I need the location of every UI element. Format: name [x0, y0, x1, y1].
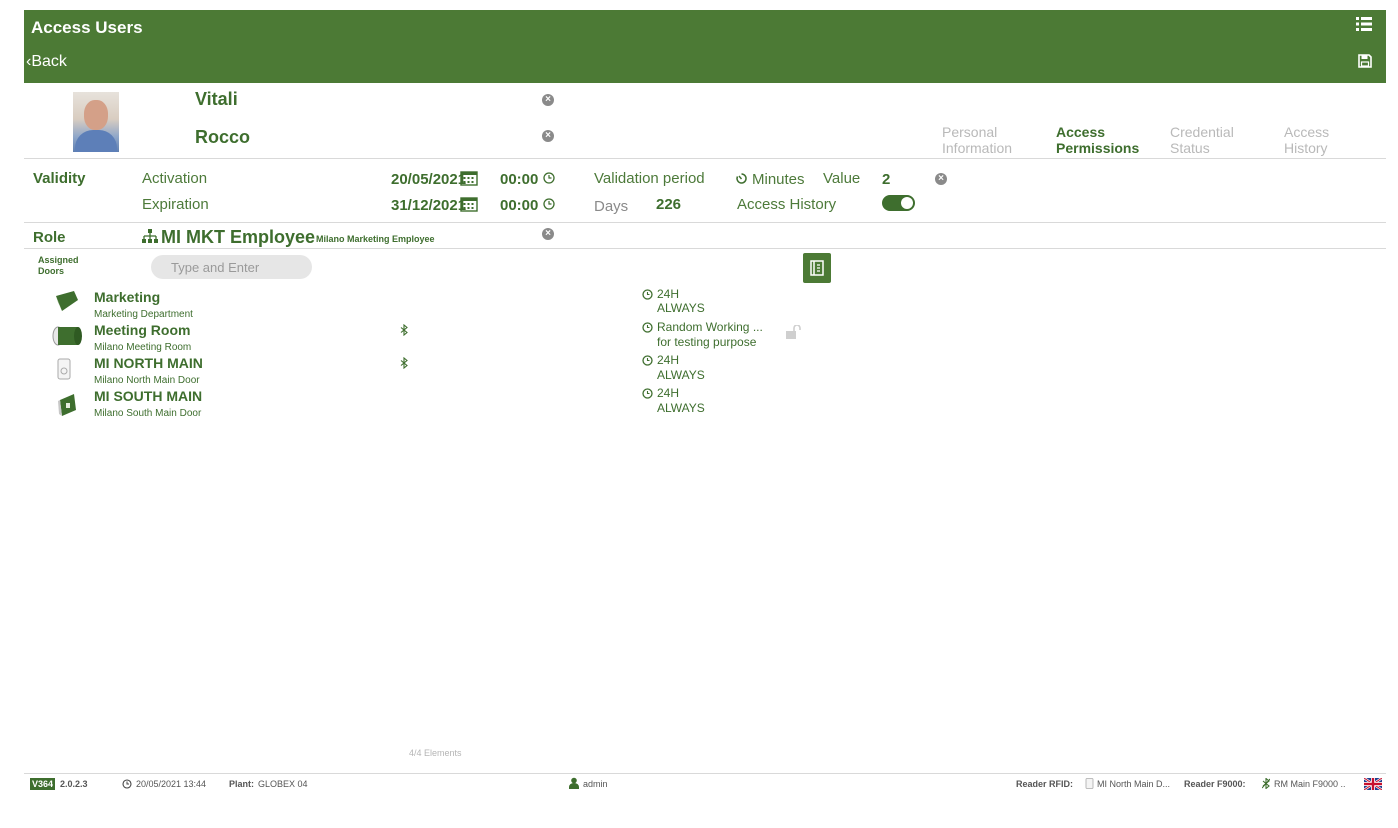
- access-history-toggle[interactable]: [882, 195, 915, 211]
- days-value: 226: [656, 196, 682, 213]
- door-title[interactable]: MI SOUTH MAIN: [94, 388, 202, 404]
- tab-credential-status[interactable]: Credential Status: [1170, 124, 1234, 156]
- role-description: Milano Marketing Employee: [316, 234, 435, 244]
- reader-f9000-value[interactable]: RM Main F9000 ..: [1274, 779, 1346, 789]
- back-label: Back: [31, 53, 67, 70]
- reader-rfid-value[interactable]: MI North Main D...: [1097, 779, 1170, 789]
- tab-access-history[interactable]: Access History: [1284, 124, 1329, 156]
- validation-period-label: Validation period: [594, 170, 705, 187]
- tab-personal-information[interactable]: Personal Information: [942, 124, 1012, 156]
- element-count: 4/4 Elements: [409, 748, 462, 758]
- door-subtitle: Milano Meeting Room: [94, 342, 192, 353]
- clear-period-icon[interactable]: ×: [935, 173, 947, 185]
- period-value[interactable]: 2: [882, 171, 890, 188]
- back-button[interactable]: ‹Back: [26, 53, 67, 71]
- plant-name: GLOBEX 04: [258, 779, 308, 789]
- door-list-icon: [810, 260, 824, 276]
- clock-icon: [122, 779, 132, 789]
- reader-rfid-label: Reader RFID:: [1016, 779, 1074, 789]
- clock-icon: [642, 289, 653, 300]
- divider: [24, 222, 1386, 223]
- clock-icon[interactable]: [543, 198, 555, 210]
- clock-icon[interactable]: [543, 172, 555, 184]
- wall-reader-icon: [57, 358, 71, 380]
- wall-reader-icon: [1085, 778, 1094, 789]
- bluetooth-icon: [400, 357, 408, 369]
- assigned-doors-label: Assigned Doors: [38, 255, 79, 276]
- door-subtitle: Milano North Main Door: [94, 375, 200, 386]
- validity-section-label: Validity: [33, 170, 86, 187]
- divider: [24, 248, 1386, 249]
- bluetooth-icon: [400, 324, 408, 336]
- expiration-label: Expiration: [142, 196, 209, 213]
- cylinder-lock-icon: [52, 326, 82, 346]
- period-unit-minutes[interactable]: Minutes: [752, 171, 805, 188]
- logged-user[interactable]: admin: [583, 779, 608, 789]
- reader-f9000-label: Reader F9000:: [1184, 779, 1246, 789]
- user-last-name[interactable]: Vitali: [195, 89, 238, 110]
- menu-list-icon[interactable]: [1356, 17, 1372, 31]
- version-number: 2.0.2.3: [60, 779, 88, 789]
- user-photo: [73, 92, 119, 152]
- door-export-button[interactable]: [803, 253, 831, 283]
- plant-label: Plant:: [229, 779, 255, 789]
- tab-access-permissions[interactable]: Access Permissions: [1056, 124, 1139, 156]
- uk-flag-icon[interactable]: [1364, 778, 1382, 790]
- calendar-icon[interactable]: [460, 196, 478, 212]
- activation-label: Activation: [142, 170, 208, 187]
- door-subtitle: Milano South Main Door: [94, 408, 202, 419]
- schedule-description: ALWAYS: [657, 301, 705, 315]
- activation-date[interactable]: 20/05/2021: [391, 171, 466, 188]
- version-badge: V364: [30, 778, 56, 790]
- door-reader-icon: [58, 394, 76, 416]
- calendar-icon[interactable]: [460, 170, 478, 186]
- schedule-name[interactable]: Random Working ...: [657, 320, 763, 334]
- unlock-icon: [786, 325, 801, 339]
- divider: [24, 773, 1386, 774]
- door-search-input[interactable]: [151, 255, 312, 279]
- door-title[interactable]: MI NORTH MAIN: [94, 355, 203, 371]
- divider: [24, 158, 1386, 159]
- activation-time[interactable]: 00:00: [500, 171, 538, 188]
- door-title[interactable]: Marketing: [94, 289, 160, 305]
- value-label: Value: [823, 170, 861, 187]
- schedule-name[interactable]: 24H: [657, 287, 679, 301]
- schedule-description: ALWAYS: [657, 401, 705, 415]
- role-name[interactable]: MI MKT Employee: [161, 227, 315, 248]
- days-label: Days: [594, 198, 629, 215]
- clock-icon: [642, 322, 653, 333]
- org-chart-icon: [142, 229, 158, 243]
- schedule-name[interactable]: 24H: [657, 386, 679, 400]
- door-title[interactable]: Meeting Room: [94, 322, 190, 338]
- footer-datetime: 20/05/2021 13:44: [136, 779, 207, 789]
- zone-icon: [56, 291, 78, 311]
- timer-icon: [736, 173, 747, 184]
- clock-icon: [642, 388, 653, 399]
- user-icon: [569, 777, 579, 789]
- schedule-name[interactable]: 24H: [657, 353, 679, 367]
- app-header: Access Users ‹Back: [24, 10, 1386, 83]
- expiration-time[interactable]: 00:00: [500, 197, 538, 214]
- clear-first-name-icon[interactable]: ×: [542, 130, 554, 142]
- save-icon[interactable]: [1358, 54, 1372, 68]
- user-first-name[interactable]: Rocco: [195, 127, 250, 148]
- clear-role-icon[interactable]: ×: [542, 228, 554, 240]
- page-title: Access Users: [31, 18, 143, 37]
- schedule-description: for testing purpose: [657, 335, 757, 349]
- clear-last-name-icon[interactable]: ×: [542, 94, 554, 106]
- expiration-date[interactable]: 31/12/2021: [391, 197, 466, 214]
- clock-icon: [642, 355, 653, 366]
- door-subtitle: Marketing Department: [94, 309, 193, 320]
- role-section-label: Role: [33, 229, 66, 246]
- access-history-label: Access History: [737, 196, 837, 213]
- schedule-description: ALWAYS: [657, 368, 705, 382]
- bluetooth-off-icon: [1262, 778, 1270, 789]
